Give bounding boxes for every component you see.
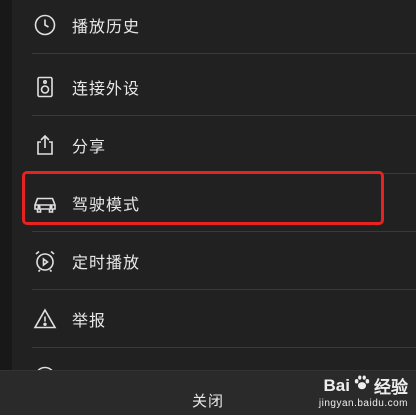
divider (32, 53, 416, 54)
paw-logo-icon (353, 374, 371, 397)
menu-item-label: 定时播放 (72, 253, 141, 272)
menu-item-connect-device[interactable]: 连接外设 (12, 58, 416, 116)
menu-item-label: 分享 (72, 137, 107, 156)
menu-item-label: 播放历史 (72, 17, 141, 36)
warning-icon (32, 306, 58, 332)
close-button[interactable]: 关闭 (192, 390, 224, 411)
menu-item-label: 举报 (72, 311, 107, 330)
menu-item-timed-play[interactable]: 定时播放 (12, 232, 416, 290)
menu-item-play-history[interactable]: 播放历史 (12, 0, 416, 54)
speaker-icon (32, 74, 58, 100)
share-icon (32, 132, 58, 158)
alarm-clock-icon (32, 248, 58, 274)
menu-item-report[interactable]: 举报 (12, 290, 416, 348)
watermark-brand-left: Bai (323, 375, 350, 395)
menu-sheet: 播放历史 连接外设 分享 驾驶模式 定时播放 举报 关闭 Bai 经验 jing… (0, 0, 416, 415)
menu-item-share[interactable]: 分享 (12, 116, 416, 174)
watermark-url: jingyan.baidu.com (318, 398, 408, 409)
left-edge (0, 0, 12, 415)
clock-icon (32, 12, 58, 38)
menu-item-label: 连接外设 (72, 79, 141, 98)
watermark-brand-right: 经验 (374, 378, 408, 397)
baidu-jingyan-watermark: Bai 经验 jingyan.baidu.com (318, 373, 408, 410)
highlight-annotation (22, 171, 384, 225)
